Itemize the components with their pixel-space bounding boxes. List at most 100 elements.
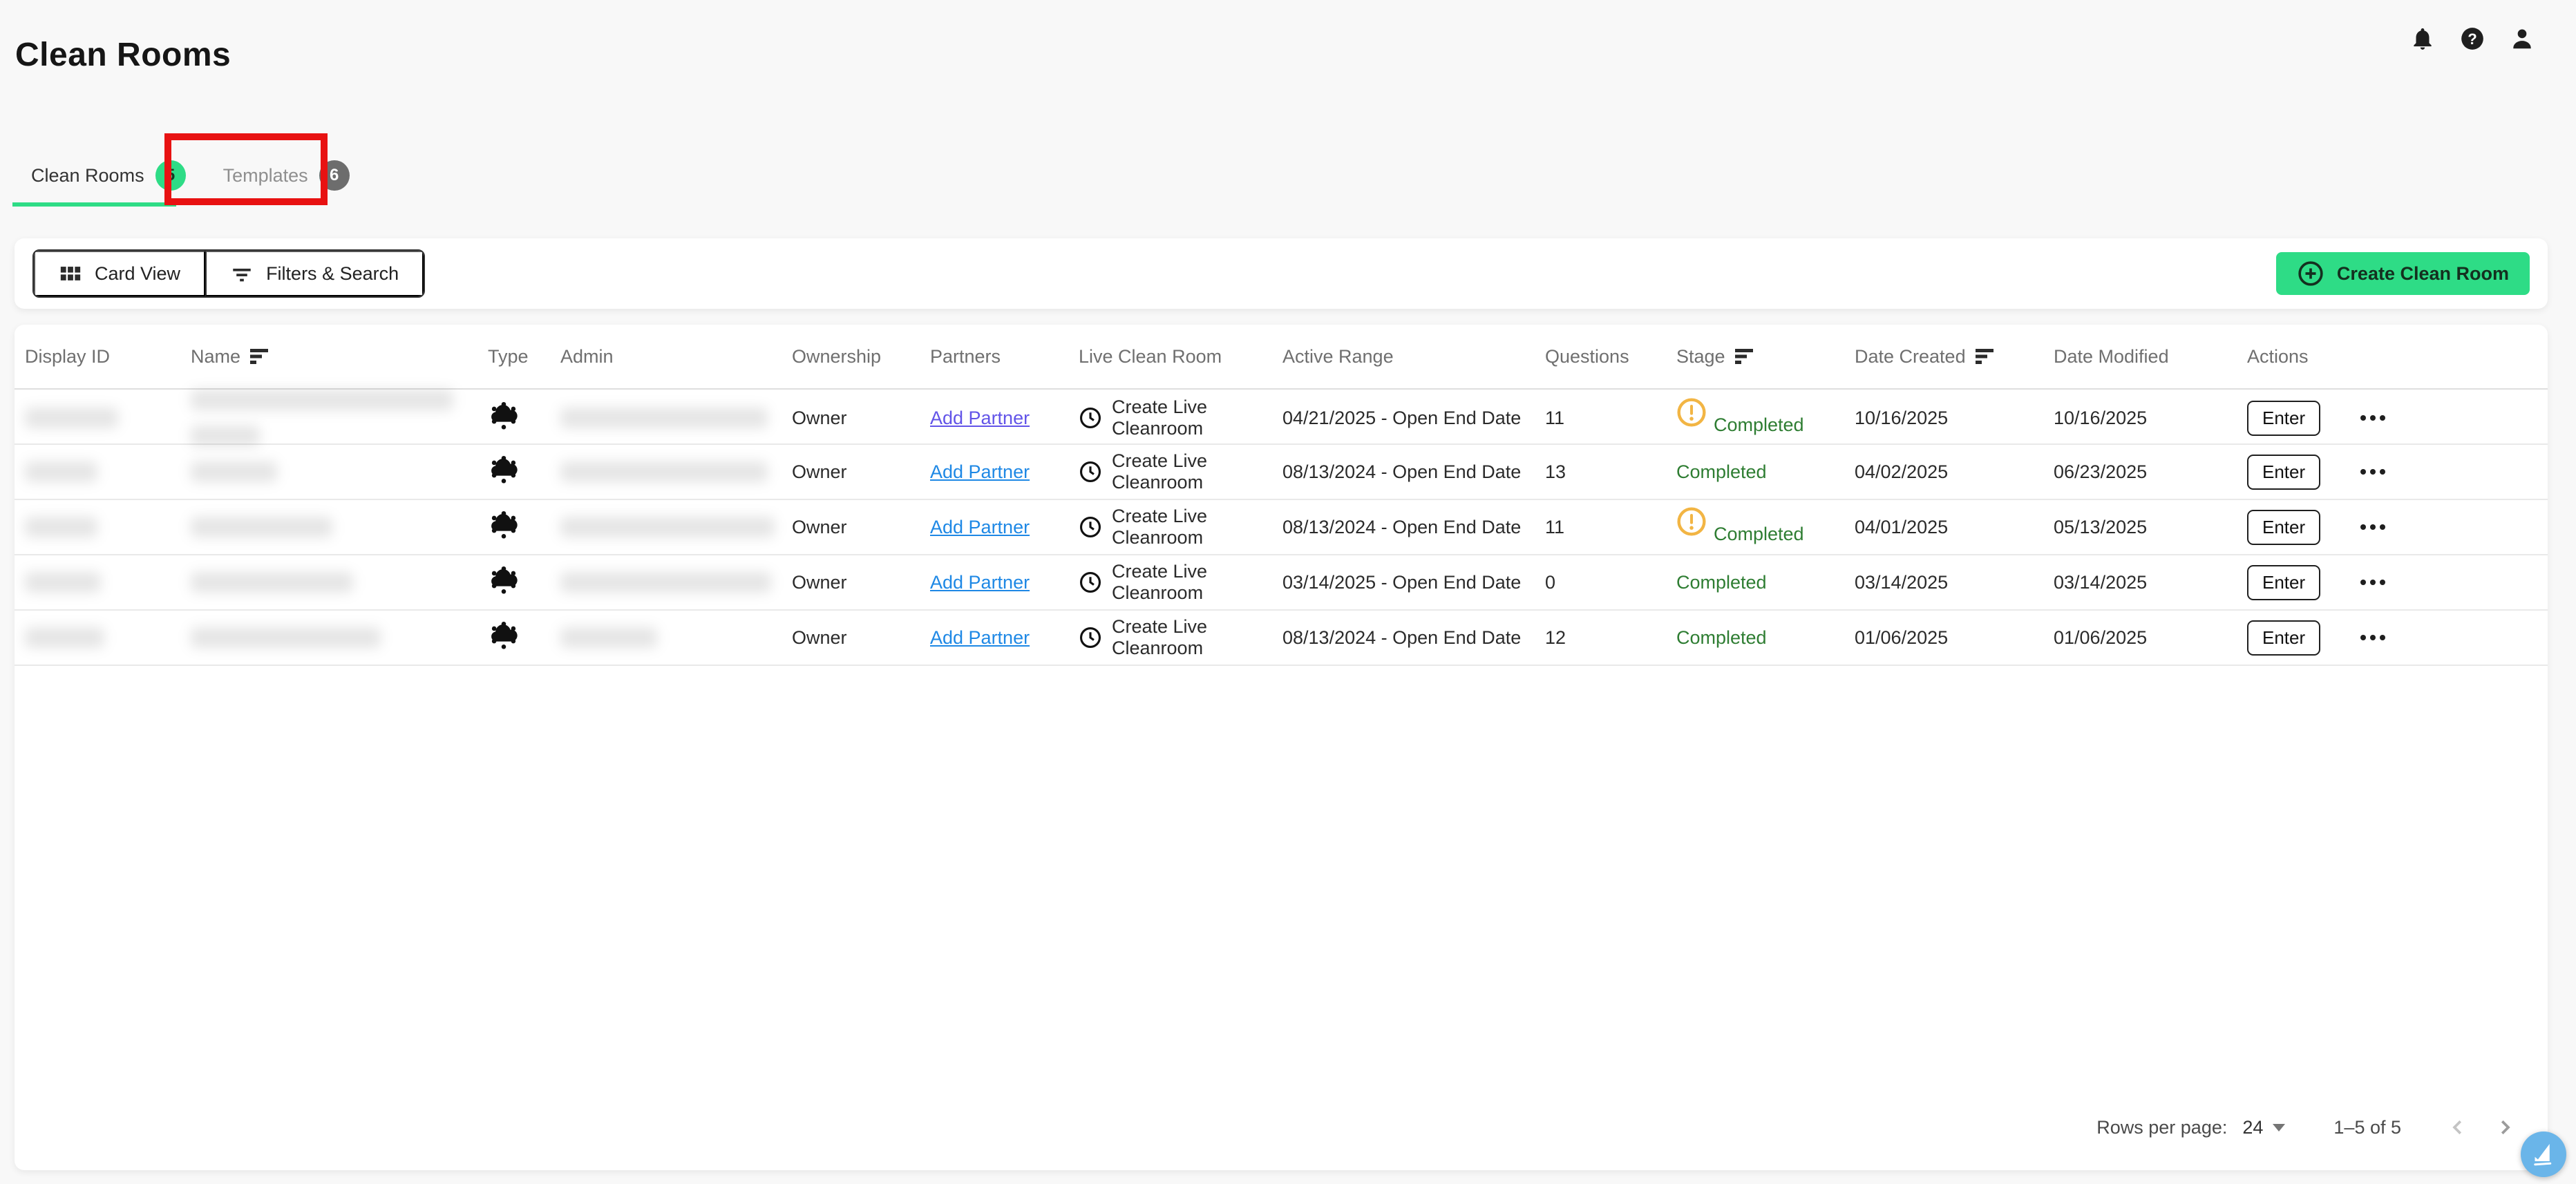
redacted-admin-email — [560, 517, 775, 537]
type-cell — [488, 400, 560, 437]
col-stage[interactable]: Stage — [1676, 346, 1855, 367]
row-actions-menu-icon[interactable] — [2360, 580, 2385, 585]
date-modified-cell: 06/23/2025 — [2054, 461, 2247, 483]
rows-per-page-select[interactable]: 24 — [2242, 1117, 2285, 1138]
account-icon[interactable] — [2508, 25, 2536, 52]
redacted-name — [191, 390, 453, 410]
cloud-network-icon — [488, 509, 520, 546]
rows-per-page-value: 24 — [2242, 1117, 2263, 1138]
redacted-display-id — [25, 408, 118, 428]
date-created-cell: 04/01/2025 — [1855, 517, 2054, 538]
active-range-cell: 08/13/2024 - Open End Date — [1282, 627, 1545, 649]
view-filter-button-group: Card View Filters & Search — [32, 249, 425, 298]
col-date-created[interactable]: Date Created — [1855, 346, 2054, 367]
type-cell — [488, 509, 560, 546]
help-icon[interactable]: ? — [2459, 25, 2486, 52]
partners-cell: Add Partner — [930, 408, 1079, 429]
ownership-cell: Owner — [792, 627, 930, 649]
ownership-cell: Owner — [792, 461, 930, 483]
live-clean-room-cell[interactable]: Create Live Cleanroom — [1079, 506, 1282, 548]
create-clean-room-button[interactable]: Create Clean Room — [2276, 252, 2530, 295]
enter-button[interactable]: Enter — [2247, 510, 2320, 545]
enter-button[interactable]: Enter — [2247, 401, 2320, 436]
previous-page-button[interactable] — [2443, 1112, 2473, 1143]
live-clean-room-cell[interactable]: Create Live Cleanroom — [1079, 561, 1282, 604]
col-name[interactable]: Name — [191, 346, 488, 367]
partners-cell: Add Partner — [930, 517, 1079, 538]
questions-cell: 13 — [1545, 461, 1676, 483]
date-created-cell: 01/06/2025 — [1855, 627, 2054, 649]
next-page-button[interactable] — [2490, 1112, 2520, 1143]
cloud-network-icon — [488, 454, 520, 490]
active-range-cell: 08/13/2024 - Open End Date — [1282, 461, 1545, 483]
redacted-display-id — [25, 627, 104, 648]
live-clean-room-cell[interactable]: Create Live Cleanroom — [1079, 397, 1282, 439]
col-actions: Actions — [2247, 346, 2537, 367]
tab-clean-rooms[interactable]: Clean Rooms 5 — [12, 148, 205, 203]
filters-search-label: Filters & Search — [266, 263, 399, 285]
actions-cell: Enter — [2247, 510, 2537, 545]
enter-button[interactable]: Enter — [2247, 620, 2320, 656]
add-partner-link[interactable]: Add Partner — [930, 572, 1030, 593]
name-cell — [191, 517, 488, 537]
type-cell — [488, 564, 560, 601]
dropdown-caret-icon — [2273, 1124, 2285, 1132]
enter-button[interactable]: Enter — [2247, 565, 2320, 600]
tab-templates[interactable]: Templates 6 — [205, 148, 368, 203]
row-actions-menu-icon[interactable] — [2360, 635, 2385, 640]
live-clean-room-cell[interactable]: Create Live Cleanroom — [1079, 450, 1282, 493]
col-questions: Questions — [1545, 346, 1676, 367]
enter-button[interactable]: Enter — [2247, 455, 2320, 490]
active-range-cell: 08/13/2024 - Open End Date — [1282, 517, 1545, 538]
redacted-name — [191, 461, 277, 482]
col-live-clean-room: Live Clean Room — [1079, 346, 1282, 367]
stage-badge: Completed — [1676, 627, 1767, 649]
name-cell — [191, 572, 488, 593]
col-display-id: Display ID — [25, 346, 191, 367]
tab-bar: Clean Rooms 5 Templates 6 — [12, 148, 368, 203]
display-id-cell — [25, 461, 191, 482]
card-view-button[interactable]: Card View — [34, 251, 205, 296]
pagination-range: 1–5 of 5 — [2333, 1117, 2401, 1138]
admin-cell — [560, 517, 792, 537]
row-actions-menu-icon[interactable] — [2360, 469, 2385, 475]
add-partner-link[interactable]: Add Partner — [930, 408, 1030, 429]
questions-cell: 11 — [1545, 408, 1676, 429]
notifications-bell-icon[interactable] — [2409, 25, 2436, 52]
clock-icon — [1079, 515, 1102, 539]
name-cell — [191, 461, 488, 482]
warning-icon — [1676, 397, 1707, 428]
col-admin: Admin — [560, 346, 792, 367]
col-partners: Partners — [930, 346, 1079, 367]
table-row: Owner Add Partner Create Live Cleanroom … — [15, 500, 2548, 555]
chat-widget-button[interactable] — [2521, 1132, 2566, 1177]
live-clean-room-cell[interactable]: Create Live Cleanroom — [1079, 616, 1282, 659]
stage-badge: Completed — [1676, 572, 1767, 593]
table-row: Owner Add Partner Create Live Cleanroom … — [15, 390, 2548, 445]
table-header-row: Display ID Name Type Admin Ownership Par… — [15, 325, 2548, 390]
active-tab-underline — [12, 202, 176, 207]
display-id-cell — [25, 627, 191, 648]
sort-icon[interactable] — [1735, 348, 1756, 365]
actions-cell: Enter — [2247, 620, 2537, 656]
redacted-admin-email — [560, 627, 657, 648]
filters-search-button[interactable]: Filters & Search — [205, 251, 424, 296]
add-partner-link[interactable]: Add Partner — [930, 461, 1030, 483]
admin-cell — [560, 627, 792, 648]
redacted-name — [191, 627, 381, 648]
add-partner-link[interactable]: Add Partner — [930, 627, 1030, 649]
redacted-display-id — [25, 461, 97, 482]
sort-icon[interactable] — [250, 348, 271, 365]
stage-cell: Completed — [1676, 403, 1855, 433]
sort-icon[interactable] — [1976, 348, 1996, 365]
actions-cell: Enter — [2247, 401, 2537, 436]
grid-view-icon — [59, 262, 82, 285]
date-created-cell: 10/16/2025 — [1855, 408, 2054, 429]
display-id-cell — [25, 572, 191, 593]
clock-icon — [1079, 406, 1102, 430]
clock-icon — [1079, 626, 1102, 649]
row-actions-menu-icon[interactable] — [2360, 415, 2385, 421]
add-partner-link[interactable]: Add Partner — [930, 517, 1030, 538]
display-id-cell — [25, 408, 191, 428]
row-actions-menu-icon[interactable] — [2360, 524, 2385, 530]
